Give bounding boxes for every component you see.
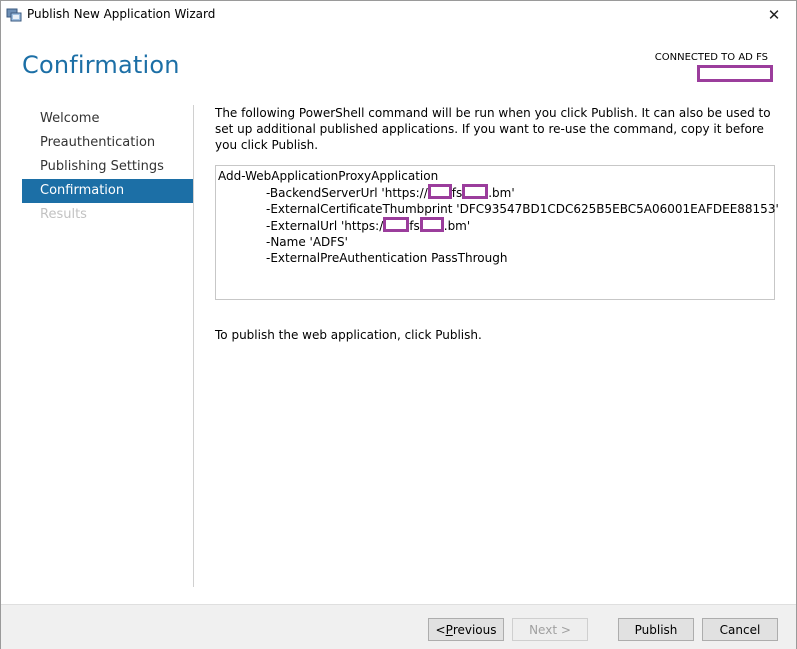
publish-hint-text: To publish the web application, click Pu… — [215, 328, 482, 342]
redacted-external-host — [383, 217, 410, 232]
external-url-line: -ExternalUrl 'https:/ fs .bm' — [218, 217, 772, 234]
nav-item-welcome[interactable]: Welcome — [22, 107, 193, 131]
intro-text: The following PowerShell command will be… — [215, 106, 771, 152]
previous-button-prefix: < — [435, 622, 446, 637]
wizard-steps-nav: Welcome Preauthentication Publishing Set… — [22, 107, 193, 227]
nav-item-publishing-settings[interactable]: Publishing Settings — [22, 155, 193, 179]
nav-item-confirmation[interactable]: Confirmation — [22, 179, 193, 203]
redacted-backend-domain — [462, 184, 489, 199]
app-icon — [6, 7, 22, 23]
powershell-command-box[interactable]: Add-WebApplicationProxyApplication -Back… — [215, 165, 779, 300]
publish-button[interactable]: Publish — [618, 618, 694, 641]
close-icon: ✕ — [767, 6, 781, 24]
cmdlet-line: Add-WebApplicationProxyApplication — [218, 169, 439, 183]
external-url-suffix: .bm' — [443, 219, 471, 233]
connection-status-label: CONNECTED TO AD FS — [654, 52, 768, 63]
backend-url-mid: fs — [451, 186, 463, 200]
name-line: -Name 'ADFS' — [266, 235, 348, 249]
external-url-mid: fs — [409, 219, 420, 233]
nav-divider — [193, 105, 194, 587]
external-url-prefix: -ExternalUrl 'https:/ — [266, 219, 384, 233]
thumbprint-line: -ExternalCertificateThumbprint 'DFC93547… — [266, 202, 779, 216]
button-bar: < Previous Next > Publish Cancel — [1, 604, 796, 649]
nav-item-results: Results — [40, 207, 87, 222]
backend-url-prefix: -BackendServerUrl 'https:// — [266, 186, 428, 200]
wizard-window: Publish New Application Wizard ✕ Confirm… — [0, 0, 797, 649]
redacted-server-name — [697, 65, 773, 82]
next-button: Next > — [512, 618, 588, 641]
redacted-external-domain — [419, 217, 444, 232]
preauth-line: -ExternalPreAuthentication PassThrough — [266, 251, 508, 265]
backend-url-suffix: .bm' — [488, 186, 515, 200]
cancel-button[interactable]: Cancel — [702, 618, 778, 641]
nav-item-preauthentication[interactable]: Preauthentication — [22, 131, 193, 155]
close-button[interactable]: ✕ — [752, 1, 796, 29]
previous-button-rest: revious — [452, 622, 497, 637]
previous-button-accel: P — [445, 622, 453, 637]
wizard-header: Confirmation CONNECTED TO AD FS — [1, 30, 796, 100]
content-panel: The following PowerShell command will be… — [215, 105, 780, 342]
previous-button[interactable]: < Previous — [428, 618, 504, 641]
title-bar: Publish New Application Wizard ✕ — [1, 1, 796, 29]
window-title: Publish New Application Wizard — [27, 7, 216, 21]
redacted-backend-host — [427, 184, 452, 199]
backend-url-line: -BackendServerUrl 'https:// fs .bm' — [218, 184, 772, 201]
page-title: Confirmation — [22, 51, 180, 79]
